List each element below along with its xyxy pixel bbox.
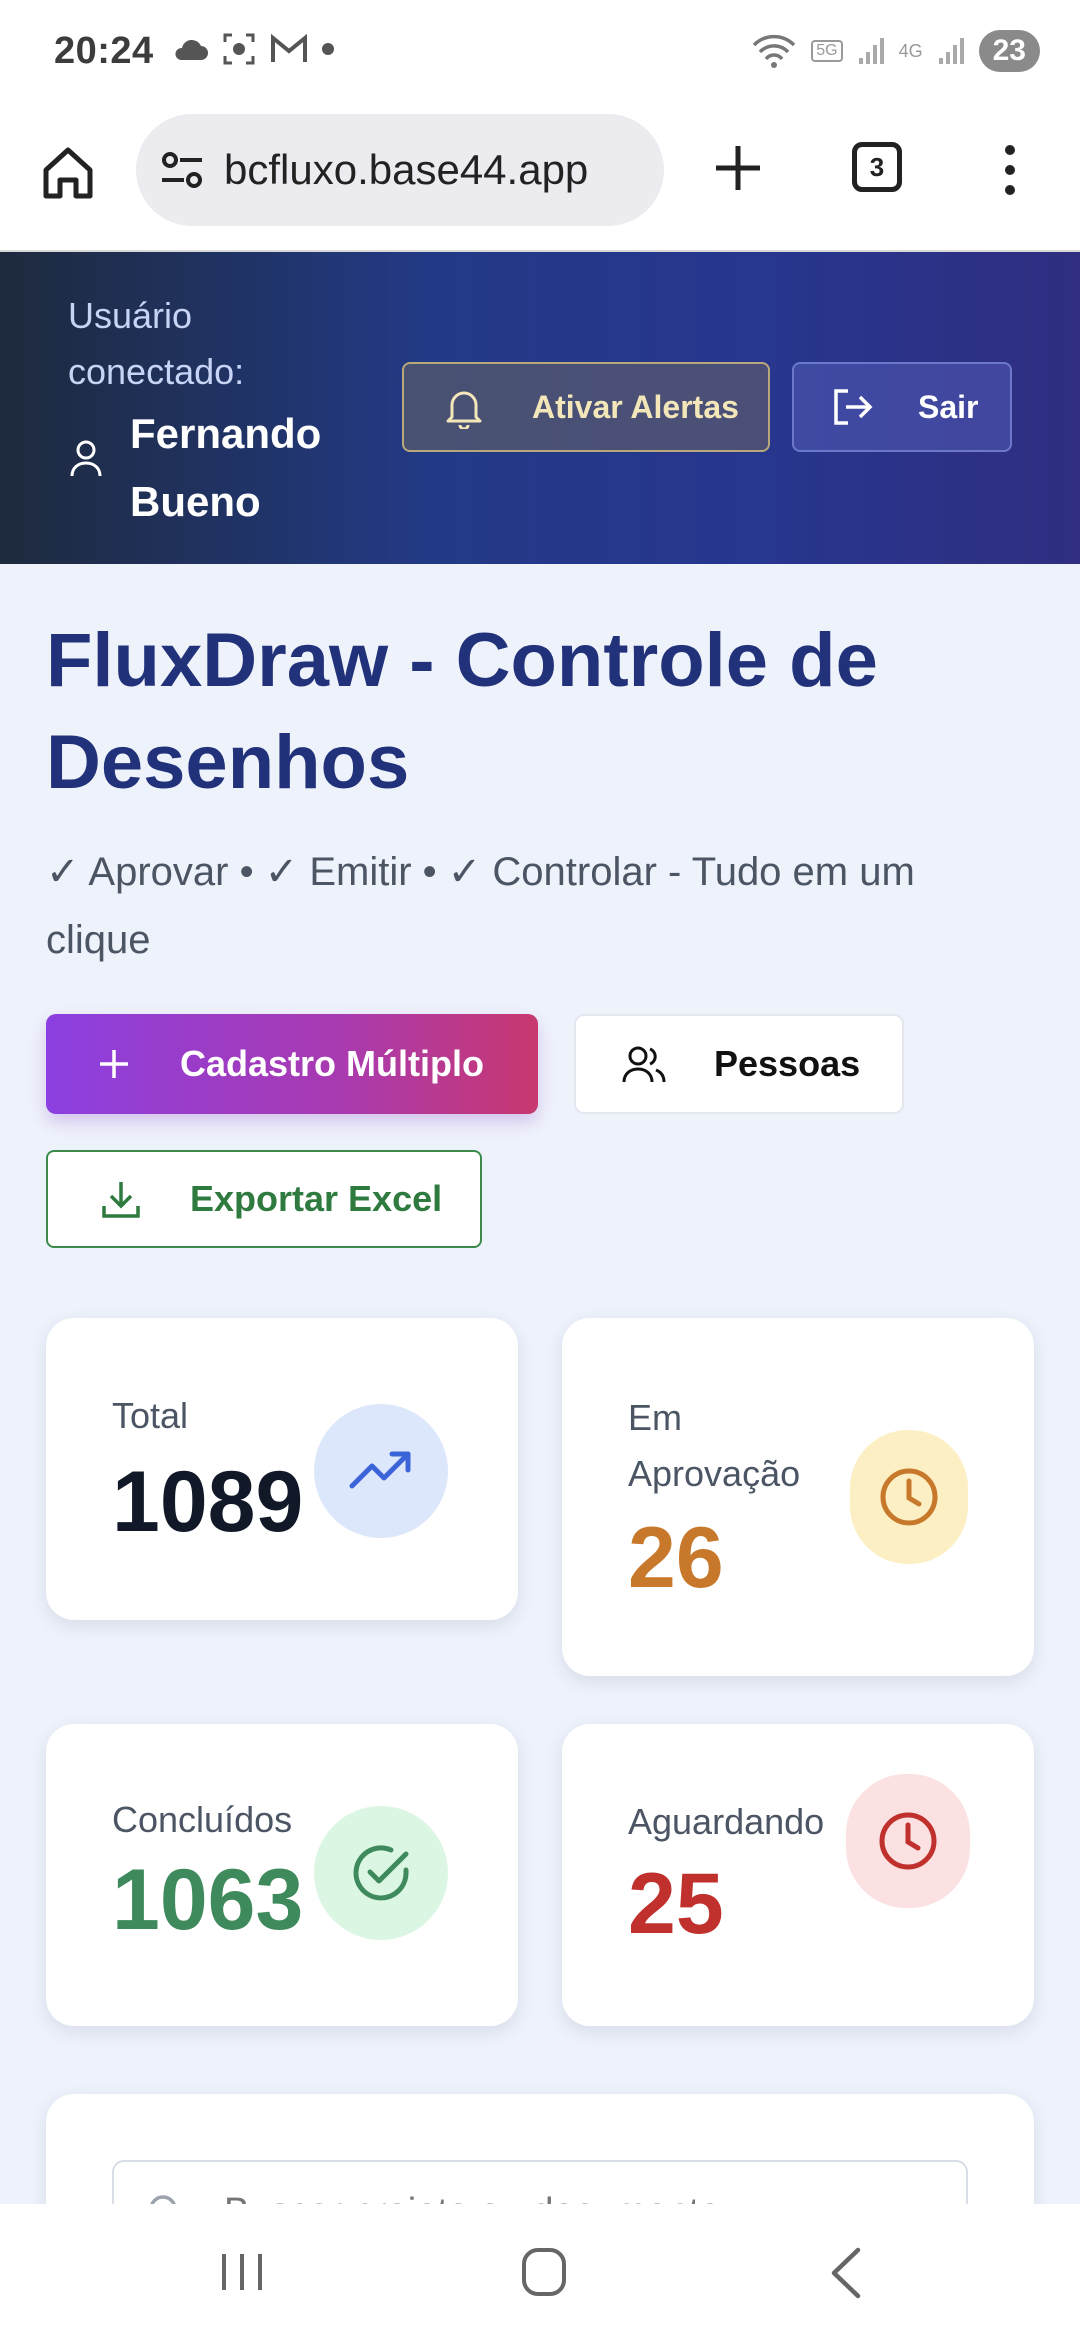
stat-in-approval-badge: [850, 1430, 968, 1564]
user-name: Fernando Bueno: [130, 410, 322, 525]
page-subtitle: ✓ Aprovar • ✓ Emitir • ✓ Controlar - Tud…: [46, 850, 915, 962]
wifi-icon: [753, 34, 796, 68]
tab-switcher-button[interactable]: 3: [852, 142, 902, 192]
back-icon[interactable]: [826, 2246, 866, 2300]
stat-total-badge: [314, 1404, 448, 1538]
network-5g-badge: 5G: [811, 40, 843, 62]
app-header: Usuário conectado: Fernando Bueno Ativar…: [0, 252, 1080, 564]
multiple-registration-label: Cadastro Múltiplo: [180, 1043, 484, 1084]
user-icon: [70, 440, 102, 477]
cloud-icon: [175, 39, 208, 60]
network-4g-label: 4G: [898, 40, 923, 61]
signal-icon-2: [938, 38, 964, 64]
stat-total-value: 1089: [112, 1454, 304, 1550]
status-time: 20:24: [54, 30, 154, 72]
status-bar: 20:24 5G 4G 23: [0, 0, 1080, 112]
clock-icon: [880, 1468, 938, 1526]
enable-alerts-button[interactable]: Ativar Alertas: [402, 362, 770, 452]
check-circle-icon: [353, 1845, 409, 1901]
status-icons-left: [172, 32, 334, 66]
export-excel-label: Exportar Excel: [190, 1178, 443, 1219]
stat-in-approval-label: Em Aprovação: [628, 1397, 801, 1494]
logout-icon: [834, 389, 873, 425]
stat-completed-label: Concluídos: [112, 1799, 293, 1840]
recent-apps-icon[interactable]: [218, 2248, 266, 2296]
signal-icon: [858, 38, 884, 64]
trending-up-icon: [349, 1451, 411, 1489]
people-button[interactable]: Pessoas: [574, 1014, 904, 1114]
home-icon[interactable]: [38, 142, 98, 202]
multiple-registration-button[interactable]: Cadastro Múltiplo: [46, 1014, 538, 1114]
enable-alerts-label: Ativar Alertas: [532, 388, 739, 425]
stat-completed-badge: [314, 1806, 448, 1940]
stat-total-label: Total: [112, 1395, 189, 1436]
stat-card-waiting: Aguardando 25: [562, 1724, 1034, 2026]
battery-icon: 23: [978, 30, 1040, 72]
logout-button[interactable]: Sair: [792, 362, 1012, 452]
stat-card-in-approval: Em Aprovação 26: [562, 1318, 1034, 1676]
url-text[interactable]: bcfluxo.base44.app: [224, 146, 644, 194]
screenshot-icon: [223, 33, 255, 65]
gmail-icon: [271, 34, 307, 62]
notification-dot: [322, 43, 334, 55]
new-tab-icon[interactable]: [710, 140, 766, 196]
stat-card-total: Total 1089: [46, 1318, 518, 1620]
people-label: Pessoas: [714, 1043, 861, 1084]
site-settings-icon[interactable]: [156, 144, 208, 196]
stat-card-completed: Concluídos 1063: [46, 1724, 518, 2026]
clock-icon: [879, 1812, 937, 1870]
stat-completed-value: 1063: [112, 1852, 304, 1948]
system-navigation-bar: [0, 2204, 1080, 2340]
browser-toolbar: bcfluxo.base44.app 3: [0, 112, 1080, 252]
connected-user-label: Usuário conectado:: [68, 295, 245, 392]
home-button-icon[interactable]: [520, 2246, 568, 2298]
users-icon: [622, 1046, 666, 1083]
download-icon: [102, 1182, 140, 1218]
bell-icon: [446, 391, 482, 429]
plus-icon: [100, 1050, 128, 1078]
stat-waiting-value: 25: [628, 1856, 724, 1952]
stat-waiting-label: Aguardando: [628, 1801, 825, 1842]
status-icons-right: 5G 4G 23: [751, 30, 1040, 72]
stat-waiting-badge: [846, 1774, 970, 1908]
url-bar[interactable]: bcfluxo.base44.app: [136, 114, 664, 226]
more-options-icon[interactable]: [1000, 142, 1020, 198]
connected-user: Fernando Bueno: [68, 400, 350, 536]
export-excel-button[interactable]: Exportar Excel: [46, 1150, 482, 1248]
stat-in-approval-value: 26: [628, 1510, 724, 1606]
logout-label: Sair: [918, 388, 979, 425]
page-title: FluxDraw - Controle de Desenhos: [46, 618, 878, 805]
